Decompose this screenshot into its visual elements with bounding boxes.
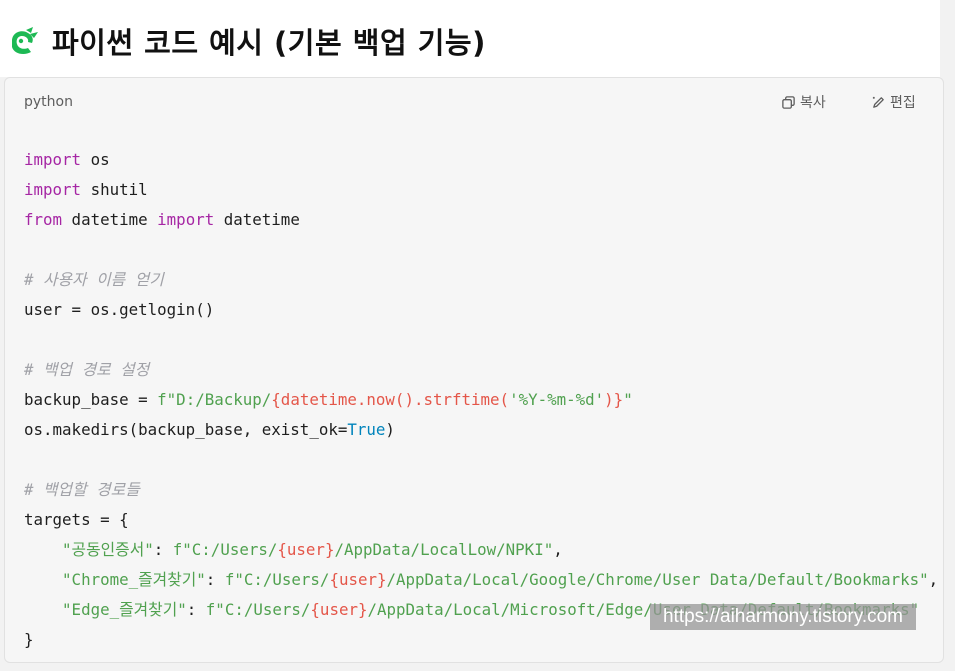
string-token: f"C:/Users/ bbox=[205, 600, 311, 619]
pencil-icon bbox=[872, 96, 884, 108]
code-line: import shutil bbox=[24, 180, 148, 199]
copy-button-label: 복사 bbox=[800, 95, 826, 111]
code-comment: # 사용자 이름 얻기 bbox=[24, 270, 164, 289]
builtin-token: True bbox=[347, 420, 386, 439]
code-line: "공동인증서": f"C:/Users/{user}/AppData/Local… bbox=[62, 540, 563, 559]
string-token: '%Y-%m-%d' bbox=[509, 390, 605, 409]
string-token: f"D:/Backup/ bbox=[157, 390, 272, 409]
code-token: : bbox=[153, 540, 173, 559]
copy-icon bbox=[782, 95, 795, 109]
keyword-token: from bbox=[24, 210, 63, 229]
interpolation-token: {user} bbox=[329, 570, 387, 589]
code-token: backup_base = bbox=[24, 390, 158, 409]
code-token: shutil bbox=[81, 180, 148, 199]
code-line: user = os.getlogin() bbox=[24, 300, 215, 319]
page-header: 파이썬 코드 예시 (기본 백업 기능) bbox=[0, 0, 940, 77]
code-comment: # 백업할 경로들 bbox=[24, 480, 140, 499]
watermark: https://aiharmony.tistory.com bbox=[650, 604, 916, 630]
code-line: import os bbox=[24, 150, 110, 169]
code-line: from datetime import datetime bbox=[24, 210, 300, 229]
code-token: : bbox=[205, 570, 225, 589]
string-token: /AppData/LocalLow/NPKI" bbox=[334, 540, 554, 559]
code-token: os.makedirs(backup_base, exist_ok= bbox=[24, 420, 348, 439]
string-token: "공동인증서" bbox=[62, 540, 154, 559]
interpolation-token: )} bbox=[604, 390, 624, 409]
string-token: "Edge_즐겨찾기" bbox=[62, 600, 187, 619]
green-dragon-logo-icon bbox=[12, 27, 38, 55]
string-token: "Chrome_즐겨찾기" bbox=[62, 570, 206, 589]
code-comment: # 백업 경로 설정 bbox=[24, 360, 150, 379]
keyword-token: import bbox=[24, 180, 82, 199]
code-line: "Chrome_즐겨찾기": f"C:/Users/{user}/AppData… bbox=[62, 570, 938, 589]
code-token: datetime bbox=[214, 210, 300, 229]
code-token: ) bbox=[385, 420, 395, 439]
code-token: , bbox=[553, 540, 563, 559]
code-token: : bbox=[186, 600, 206, 619]
code-line: targets = { bbox=[24, 510, 129, 529]
code-content: import os import shutil from datetime im… bbox=[24, 145, 938, 655]
code-block: python 복사 편집 import os import shutil fro… bbox=[4, 77, 944, 663]
string-token: f"C:/Users/ bbox=[172, 540, 278, 559]
edit-button-label: 편집 bbox=[890, 95, 916, 111]
code-token: , bbox=[928, 570, 939, 589]
code-token: datetime bbox=[62, 210, 158, 229]
string-token: " bbox=[623, 390, 633, 409]
code-line: } bbox=[24, 630, 34, 649]
interpolation-token: {user} bbox=[277, 540, 335, 559]
interpolation-token: {datetime.now().strftime( bbox=[271, 390, 510, 409]
page-title: 파이썬 코드 예시 (기본 백업 기능) bbox=[52, 26, 486, 60]
code-line: os.makedirs(backup_base, exist_ok=True) bbox=[24, 420, 395, 439]
edit-button[interactable]: 편집 bbox=[871, 92, 916, 112]
code-line: backup_base = f"D:/Backup/{datetime.now(… bbox=[24, 390, 633, 409]
string-token: f"C:/Users/ bbox=[224, 570, 330, 589]
keyword-token: import bbox=[24, 150, 82, 169]
string-token: /AppData/Local/Google/Chrome/User Data/D… bbox=[386, 570, 929, 589]
code-block-toolbar: python 복사 편집 bbox=[5, 78, 943, 126]
code-language-label: python bbox=[24, 94, 73, 110]
copy-button[interactable]: 복사 bbox=[781, 92, 826, 112]
interpolation-token: {user} bbox=[310, 600, 368, 619]
code-token: os bbox=[81, 150, 110, 169]
keyword-token: import bbox=[157, 210, 215, 229]
